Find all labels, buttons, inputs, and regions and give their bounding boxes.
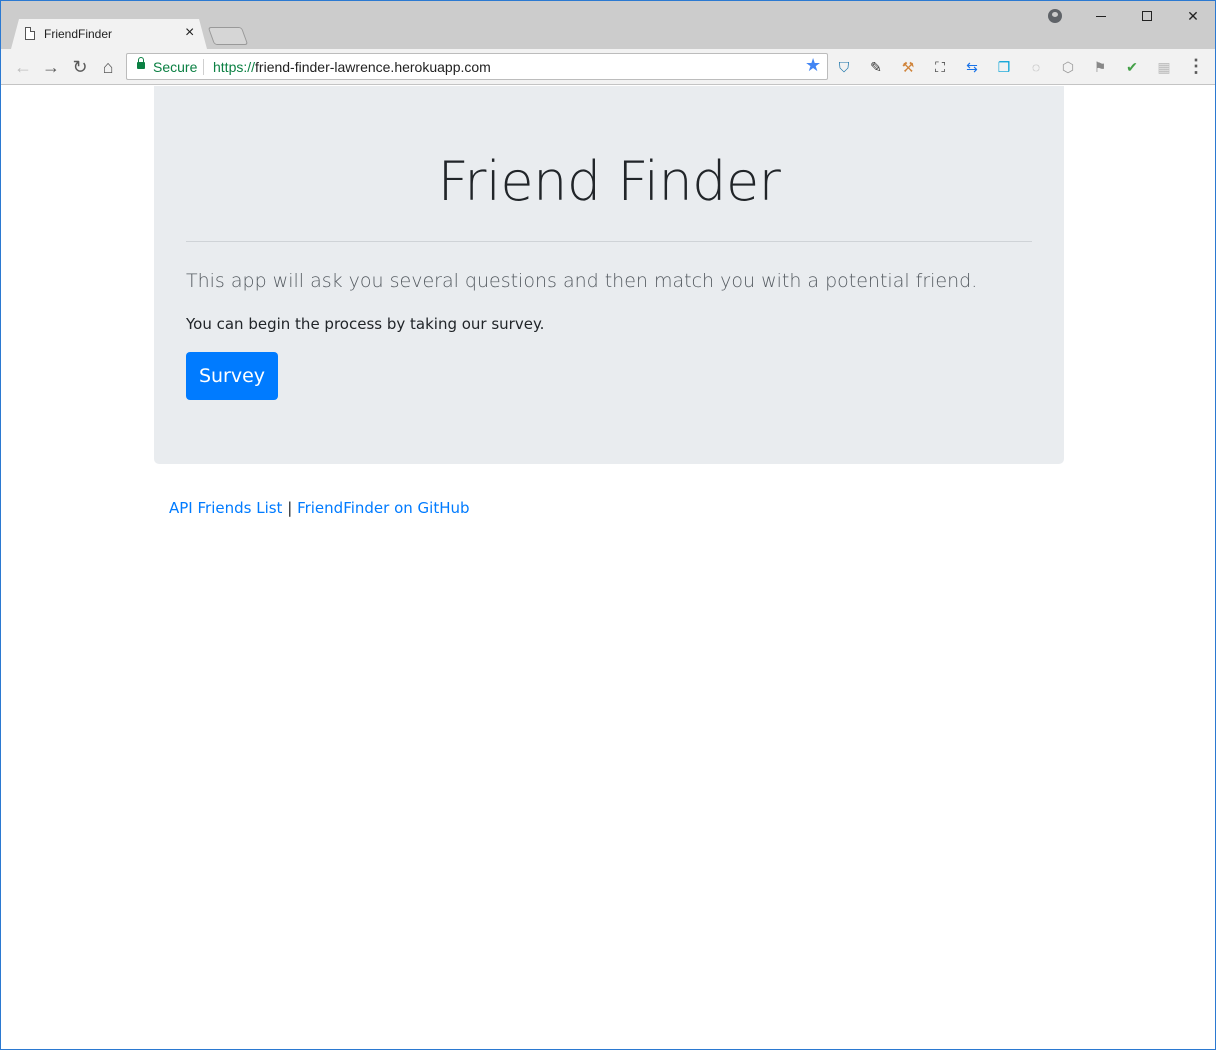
arrows-extension-icon[interactable]: ⇆ — [963, 58, 981, 76]
eyedropper-extension-icon[interactable]: ✎ — [867, 58, 885, 76]
hammer-extension-icon[interactable]: ⚒ — [899, 58, 917, 76]
shield-extension-icon[interactable]: ⛉ — [835, 58, 853, 76]
intro-text: You can begin the process by taking our … — [186, 315, 545, 333]
url-text[interactable]: https://friend-finder-lawrence.herokuapp… — [213, 59, 491, 75]
page-title: Friend Finder — [437, 150, 781, 213]
address-separator — [203, 59, 204, 75]
tab-close-icon[interactable]: × — [185, 24, 194, 42]
flag-extension-icon[interactable]: ⚑ — [1091, 58, 1109, 76]
lead-text: This app will ask you several questions … — [186, 270, 978, 292]
address-bar[interactable]: Secure https://friend-finder-lawrence.he… — [126, 53, 828, 80]
maximize-icon — [1142, 11, 1152, 21]
url-scheme: https:// — [213, 59, 256, 75]
menu-icon[interactable]: ⋮ — [1187, 56, 1205, 76]
screenshot-extension-icon[interactable]: ⛶ — [931, 58, 949, 76]
grid-extension-icon[interactable]: ▦ — [1155, 58, 1173, 76]
bookmark-star-icon[interactable]: ★ — [805, 55, 821, 76]
browser-tab[interactable]: FriendFinder × — [11, 19, 207, 49]
github-link[interactable]: FriendFinder on GitHub — [297, 499, 469, 517]
tab-title: FriendFinder — [44, 27, 113, 41]
page-viewport: Friend Finder This app will ask you seve… — [1, 86, 1215, 1049]
cube-extension-icon[interactable]: ⬡ — [1059, 58, 1077, 76]
minimize-icon — [1096, 15, 1106, 17]
jumbotron: Friend Finder This app will ask you seve… — [154, 86, 1064, 464]
lock-icon — [137, 57, 145, 69]
braces-extension-icon[interactable]: ◌ — [1027, 58, 1045, 76]
maximize-button[interactable] — [1124, 1, 1170, 31]
api-friends-list-link[interactable]: API Friends List — [169, 499, 282, 517]
title-bar: FriendFinder × ✕ — [1, 1, 1215, 49]
copy-extension-icon[interactable]: ❐ — [995, 58, 1013, 76]
new-tab-button[interactable] — [207, 27, 249, 45]
home-icon[interactable]: ⌂ — [96, 55, 120, 79]
page-icon — [25, 27, 35, 40]
survey-button[interactable]: Survey — [186, 352, 278, 400]
forward-icon[interactable]: → — [39, 55, 63, 79]
back-icon[interactable]: ← — [11, 55, 35, 79]
browser-window: FriendFinder × ✕ ← → ↻ ⌂ Secure https://… — [0, 0, 1216, 1050]
browser-toolbar: ← → ↻ ⌂ Secure https://friend-finder-law… — [1, 49, 1215, 85]
footer-links: API Friends List | FriendFinder on GitHu… — [169, 499, 470, 517]
reload-icon[interactable]: ↻ — [68, 55, 92, 79]
profile-icon[interactable] — [1048, 9, 1062, 23]
divider — [186, 241, 1032, 242]
close-window-button[interactable]: ✕ — [1170, 1, 1215, 31]
footer-separator: | — [287, 499, 293, 517]
url-host: friend-finder-lawrence.herokuapp.com — [255, 59, 491, 75]
minimize-button[interactable] — [1078, 1, 1124, 31]
check-extension-icon[interactable]: ✔ — [1123, 58, 1141, 76]
secure-label[interactable]: Secure — [153, 59, 197, 75]
